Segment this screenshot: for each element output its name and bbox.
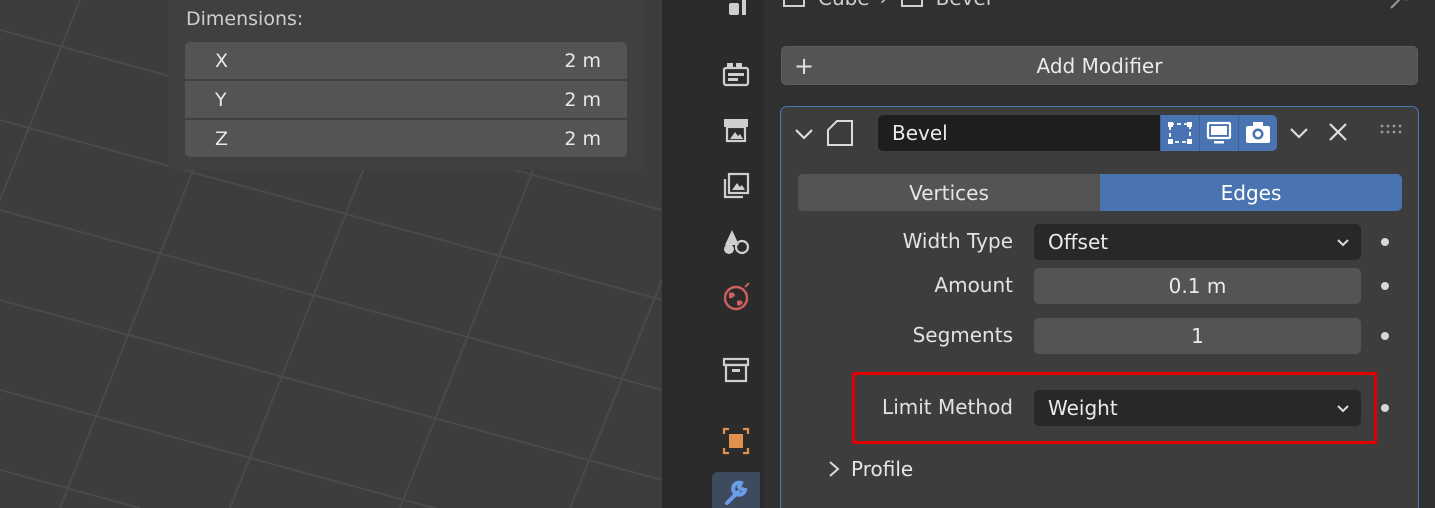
edit-mode-icon: [1168, 122, 1192, 144]
breadcrumb-object: Cube: [818, 0, 870, 10]
breadcrumb-modifier: Bevel: [936, 0, 992, 10]
properties-editor: Cube › Bevel + Add Modifier Bevel: [764, 0, 1435, 508]
affect-vertices-button[interactable]: Vertices: [798, 174, 1100, 211]
scene-icon[interactable]: [718, 224, 754, 260]
collection-icon[interactable]: [718, 352, 754, 388]
output-icon[interactable]: [718, 112, 754, 148]
dimension-axis-label: Y: [215, 88, 227, 111]
chevron-down-icon: [1337, 239, 1349, 247]
dimension-axis-label: Z: [215, 127, 229, 150]
affect-edges-button[interactable]: Edges: [1100, 174, 1402, 211]
affect-segmented-control: Vertices Edges: [798, 174, 1402, 211]
dimension-axis-label: X: [215, 49, 229, 72]
3d-viewport[interactable]: Dimensions: X 2 m Y 2 m Z 2 m: [0, 0, 662, 508]
keyframe-dot-icon[interactable]: [1381, 404, 1389, 412]
profile-label: Profile: [851, 457, 914, 481]
render-toggle[interactable]: [1238, 115, 1277, 151]
dimension-value: 2 m: [564, 49, 601, 72]
chevron-right-icon: [829, 461, 840, 477]
bevel-modifier-panel: Bevel Vertices Edges Width Type Offset A…: [780, 106, 1419, 508]
dimension-value: 2 m: [564, 127, 601, 150]
world-icon[interactable]: [718, 280, 754, 316]
add-modifier-label: Add Modifier: [1036, 53, 1163, 78]
dimension-x-field[interactable]: X 2 m: [185, 42, 627, 79]
chevron-down-icon: [1337, 405, 1349, 413]
segments-field[interactable]: 1: [1034, 318, 1361, 354]
breadcrumb-separator: ›: [880, 0, 888, 10]
add-modifier-button[interactable]: + Add Modifier: [781, 46, 1418, 85]
viewport-display-toggle[interactable]: [1199, 115, 1238, 151]
remove-modifier-button[interactable]: [1323, 117, 1353, 147]
keyframe-dot-icon[interactable]: [1381, 332, 1389, 340]
mesh-object-icon: [783, 0, 805, 7]
segments-label: Segments: [912, 323, 1013, 347]
pin-icon[interactable]: [1387, 0, 1411, 10]
properties-tab-bar: [708, 0, 764, 508]
width-type-dropdown[interactable]: Offset: [1034, 224, 1361, 260]
profile-subpanel-header[interactable]: Profile: [827, 457, 913, 481]
view-layer-icon[interactable]: [718, 168, 754, 204]
amount-label: Amount: [934, 273, 1013, 297]
limit-method-value: Weight: [1048, 396, 1118, 420]
drag-handle-icon[interactable]: [1379, 123, 1405, 135]
tool-icon[interactable]: [718, 0, 754, 30]
dimensions-title: Dimensions:: [186, 8, 304, 30]
dimension-value: 2 m: [564, 88, 601, 111]
edit-mode-toggle[interactable]: [1160, 115, 1199, 151]
plus-icon: +: [794, 52, 815, 80]
dimensions-panel: Dimensions: X 2 m Y 2 m Z 2 m: [168, 0, 644, 170]
camera-icon: [1246, 122, 1270, 143]
render-icon[interactable]: [718, 56, 754, 92]
dimension-y-field[interactable]: Y 2 m: [185, 81, 627, 118]
modifier-extras-dropdown[interactable]: [1282, 115, 1316, 151]
modifier-icon[interactable]: [712, 472, 760, 508]
dimension-z-field[interactable]: Z 2 m: [185, 120, 627, 157]
modifier-name-input[interactable]: Bevel: [878, 115, 1160, 151]
width-type-value: Offset: [1048, 230, 1109, 254]
keyframe-dot-icon[interactable]: [1381, 282, 1389, 290]
area-separator: [662, 0, 708, 508]
amount-value: 0.1 m: [1168, 274, 1227, 298]
monitor-icon: [1206, 121, 1232, 144]
chevron-down-icon[interactable]: [793, 123, 815, 145]
limit-method-label: Limit Method: [882, 395, 1013, 419]
keyframe-dot-icon[interactable]: [1381, 238, 1389, 246]
breadcrumb: Cube › Bevel: [780, 0, 991, 10]
width-type-label: Width Type: [902, 229, 1013, 253]
object-icon[interactable]: [718, 423, 754, 459]
bevel-modifier-icon: [900, 0, 923, 7]
amount-field[interactable]: 0.1 m: [1034, 268, 1361, 304]
segments-value: 1: [1191, 324, 1204, 348]
chevron-down-icon: [1290, 128, 1308, 139]
limit-method-dropdown[interactable]: Weight: [1034, 390, 1361, 426]
bevel-modifier-icon: [827, 120, 853, 146]
close-icon: [1329, 123, 1347, 141]
